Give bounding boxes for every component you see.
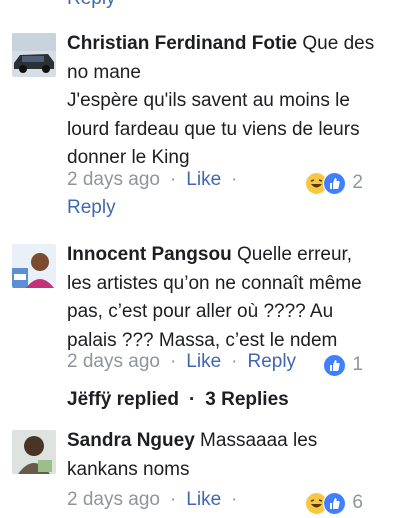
comment-text-line: kankans noms	[67, 458, 190, 480]
comment-text-line: Sandra Nguey Massaaaa les	[67, 430, 318, 451]
timestamp: 2 days ago	[67, 351, 160, 372]
like-link[interactable]: Like	[186, 489, 221, 510]
comment-author[interactable]: Sandra Nguey	[67, 430, 195, 451]
reaction-count: 1	[352, 354, 363, 375]
timestamp: 2 days ago	[67, 489, 160, 510]
avatar[interactable]	[12, 430, 56, 474]
comment-meta: 2 days ago · Like · 6	[67, 489, 385, 517]
reactions[interactable]: 6	[305, 489, 363, 517]
reply-link[interactable]: Reply	[247, 351, 296, 372]
like-link[interactable]: Like	[186, 351, 221, 372]
comment-text-line: pas, c’est pour aller où ???? Au	[67, 301, 334, 322]
avatar[interactable]	[12, 33, 56, 77]
comment-text-line: les artistes qu’on ne connaît même	[67, 272, 362, 294]
reactions[interactable]: 1	[323, 351, 363, 379]
comment-text-line: J'espère qu'ils savent au moins le	[67, 90, 350, 111]
avatar[interactable]	[12, 244, 56, 288]
reaction-count: 2	[352, 172, 363, 193]
like-link[interactable]: Like	[186, 169, 221, 190]
comment-author[interactable]: Innocent Pangsou	[67, 244, 232, 265]
replies-count[interactable]: 3 Replies	[205, 389, 288, 410]
reaction-count: 6	[352, 492, 363, 513]
previous-reply-link[interactable]: Reply	[67, 0, 116, 10]
comment-author[interactable]: Christian Ferdinand Fotie	[67, 33, 297, 54]
reactions[interactable]: 2	[305, 169, 363, 197]
comment-text-line: lourd fardeau que tu viens de leurs	[67, 118, 360, 140]
comment-meta: 2 days ago · Like · 2	[67, 169, 385, 197]
view-replies[interactable]: Jëffÿ replied · 3 Replies	[67, 389, 289, 411]
like-icon	[323, 353, 347, 377]
comment-text-line: Innocent Pangsou Quelle erreur,	[67, 244, 353, 265]
like-icon	[323, 171, 347, 195]
comment-text-line: no mane	[67, 61, 141, 83]
comment-text-line: Christian Ferdinand Fotie Que des	[67, 33, 375, 54]
timestamp: 2 days ago	[67, 169, 160, 190]
comment-meta: 2 days ago · Like · Reply 1	[67, 351, 385, 379]
like-icon	[323, 491, 347, 515]
reply-link[interactable]: Reply	[67, 197, 116, 219]
replier-name[interactable]: Jëffÿ replied	[67, 389, 179, 410]
